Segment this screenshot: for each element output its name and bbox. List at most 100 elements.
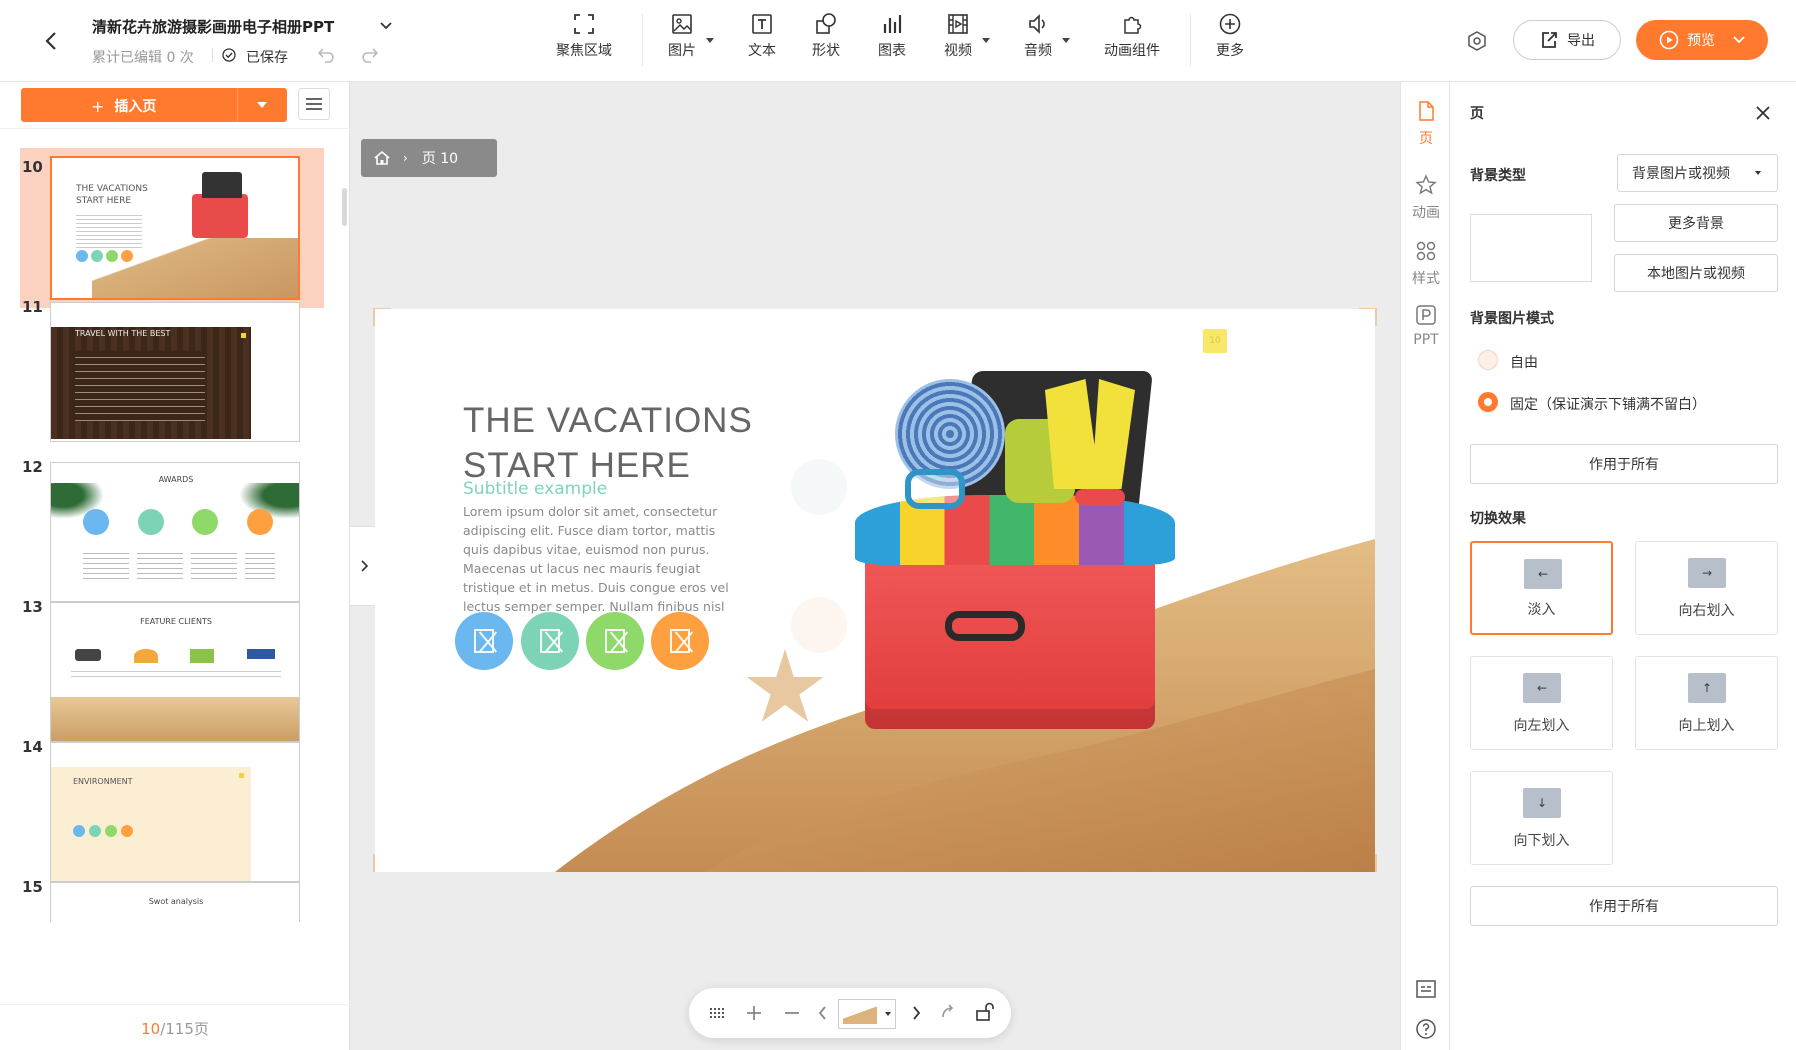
current-slide-mini[interactable] [838, 999, 896, 1029]
text-label: 文本 [748, 43, 776, 59]
slide-thumb-14[interactable]: 14 ENVIRONMENT [20, 728, 324, 882]
anim-component-button[interactable]: 动画组件 [1100, 12, 1164, 68]
video-label: 视频 [944, 43, 972, 59]
audio-button[interactable]: 音频 [1020, 12, 1070, 68]
thumb-logos [75, 649, 275, 663]
placeholder-circle-green[interactable] [586, 612, 644, 670]
chevron-right-icon: › [403, 151, 408, 165]
tab-ppt-label: PPT [1413, 332, 1439, 348]
tab-page[interactable]: 页 [1401, 100, 1451, 148]
text-button[interactable]: 文本 [744, 12, 780, 68]
undo-icon[interactable] [316, 44, 338, 66]
zoom-in-icon[interactable] [743, 1002, 765, 1024]
breadcrumb[interactable]: › 页 10 [361, 139, 497, 177]
slide-body-text[interactable]: Lorem ipsum dolor sit amet, consectetur … [463, 502, 731, 616]
suitcase-handle [945, 611, 1025, 641]
settings-hex-icon[interactable] [1464, 28, 1490, 54]
thumb-suitcase-lid [202, 172, 242, 198]
slide-preview: TRAVEL WITH THE BEST [50, 302, 300, 442]
more-button[interactable]: 更多 [1212, 12, 1248, 68]
grid-icon[interactable] [707, 1003, 727, 1023]
slide-canvas[interactable]: THE VACATIONS START HERE Subtitle exampl… [375, 309, 1375, 872]
document-title[interactable]: 清新花卉旅游摄影画册电子相册PPT [92, 16, 334, 37]
effect-slide-left[interactable]: ← 向左划入 [1470, 656, 1613, 750]
clothes-pile [855, 495, 1175, 565]
placeholder-circle-blue[interactable] [455, 612, 513, 670]
slide-thumb-10[interactable]: 10 THE VACATIONS START HERE [20, 148, 324, 308]
caret-down-icon[interactable] [706, 38, 714, 43]
chart-button[interactable]: 图表 [874, 12, 910, 68]
effect-fade-in[interactable]: ← 淡入 [1470, 541, 1613, 635]
help-icon [1416, 1019, 1436, 1039]
insert-page-main[interactable]: + 插入页 [91, 96, 156, 116]
keyboard-icon [1416, 980, 1436, 998]
placeholder-circle-teal[interactable] [521, 612, 579, 670]
redo-icon[interactable] [358, 44, 380, 66]
export-button[interactable]: 导出 [1513, 20, 1621, 60]
tab-ppt[interactable]: PPT [1401, 304, 1451, 348]
radio-fixed[interactable] [1478, 392, 1498, 412]
next-slide-icon[interactable] [905, 1002, 927, 1024]
effect-slide-down[interactable]: ↓ 向下划入 [1470, 771, 1613, 865]
thumb-title: FEATURE CLIENTS [140, 617, 212, 626]
thumb-title: ENVIRONMENT [73, 777, 133, 786]
page-properties-panel: 页 背景类型 背景图片或视频 更多背景 本地图片或视频 背景图片模式 自由 固定… [1450, 82, 1796, 1050]
tab-page-label: 页 [1419, 131, 1433, 147]
close-icon[interactable] [1752, 102, 1774, 124]
arrow-right-icon: → [1688, 558, 1726, 588]
slide-number: 13 [22, 598, 43, 616]
tab-style[interactable]: 样式 [1401, 240, 1451, 288]
help-button[interactable] [1401, 1018, 1451, 1046]
effect-slide-up[interactable]: ↑ 向上划入 [1635, 656, 1778, 750]
bg-type-select[interactable]: 背景图片或视频 [1617, 154, 1778, 192]
placeholder-circle-orange[interactable] [651, 612, 709, 670]
slide-thumb-12[interactable]: 12 AWARDS [20, 448, 324, 602]
slide-thumb-13[interactable]: 13 FEATURE CLIENTS [20, 588, 324, 742]
slide-thumb-15[interactable]: 15 Swot analysis [20, 868, 324, 922]
image-placeholder-icon [605, 629, 625, 653]
image-placeholder-icon [670, 629, 690, 653]
ppt-icon [1416, 305, 1436, 325]
bar-chart-icon [883, 15, 902, 33]
shape-button[interactable]: 形状 [808, 12, 844, 68]
focus-area-button[interactable]: 聚焦区域 [552, 12, 616, 68]
mini-preview [843, 1004, 877, 1024]
radio-free[interactable] [1478, 350, 1498, 370]
image-button[interactable]: 图片 [664, 12, 714, 68]
back-icon[interactable] [38, 28, 64, 54]
scrollbar-thumb[interactable] [342, 188, 347, 226]
up-arrow-icon[interactable] [937, 1000, 959, 1022]
canvas-area: › 页 10 THE VACATIONS START HERE Subtitle… [350, 82, 1400, 1050]
caret-down-icon[interactable] [257, 102, 267, 108]
bg-preview-swatch[interactable] [1470, 214, 1592, 282]
caret-down-icon[interactable] [885, 1012, 891, 1016]
arrow-left-icon: ← [1524, 559, 1562, 589]
chevron-down-icon[interactable] [378, 18, 394, 34]
effect-slide-right[interactable]: → 向右划入 [1635, 541, 1778, 635]
more-background-button[interactable]: 更多背景 [1614, 204, 1778, 242]
video-button[interactable]: 视频 [940, 12, 990, 68]
menu-icon[interactable] [298, 88, 330, 120]
slide-title-line-1[interactable]: THE VACATIONS [463, 401, 753, 441]
slide-subtitle[interactable]: Subtitle example [463, 479, 607, 499]
slide-number: 11 [22, 298, 43, 316]
zoom-out-icon[interactable] [781, 1002, 803, 1024]
apply-all-button[interactable]: 作用于所有 [1470, 444, 1778, 484]
insert-page-button[interactable]: + 插入页 [21, 88, 287, 122]
tab-animation[interactable]: 动画 [1401, 174, 1451, 222]
slide-thumb-11[interactable]: 11 TRAVEL WITH THE BEST [20, 288, 324, 442]
chevron-down-icon [1733, 36, 1745, 44]
previous-slide-icon[interactable] [811, 1002, 833, 1024]
slide-number: 14 [22, 738, 43, 756]
preview-button[interactable]: 预览 [1636, 20, 1768, 60]
thumb-tag [239, 773, 244, 778]
apply-all-transition-button[interactable]: 作用于所有 [1470, 886, 1778, 926]
thumb-text-lines [71, 667, 281, 681]
shortcut-button[interactable] [1401, 978, 1451, 1006]
caret-down-icon[interactable] [982, 38, 990, 43]
breadcrumb-page[interactable]: 页 10 [422, 148, 458, 168]
unlock-icon[interactable] [973, 1000, 997, 1024]
local-media-button[interactable]: 本地图片或视频 [1614, 254, 1778, 292]
thumb-suitcase [192, 194, 248, 238]
caret-down-icon[interactable] [1062, 38, 1070, 43]
